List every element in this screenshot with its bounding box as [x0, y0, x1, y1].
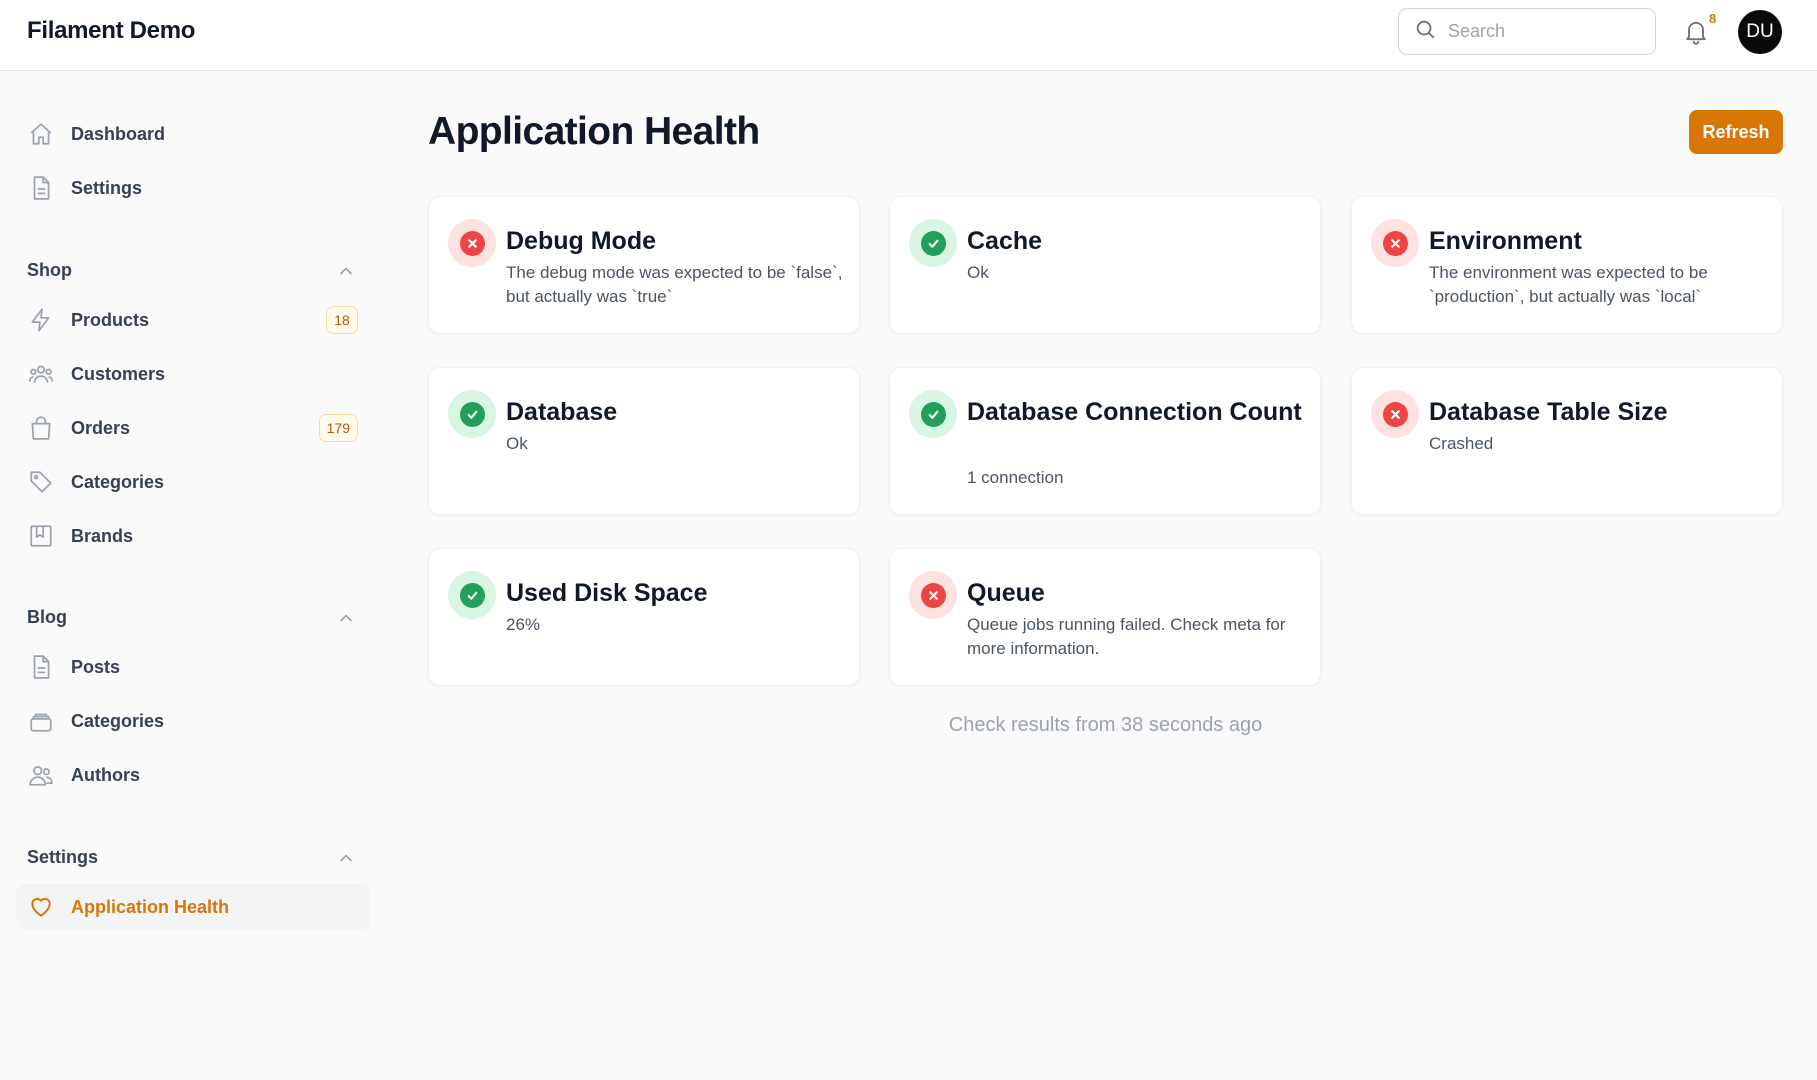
sidebar-item-application-health[interactable]: Application Health	[16, 884, 370, 930]
tag-icon	[28, 469, 54, 495]
check-name: Queue	[967, 576, 1307, 610]
top-bar: Filament Demo 8 DU	[0, 0, 1817, 71]
users-icon	[28, 361, 54, 387]
sidebar-item-label: Customers	[71, 364, 165, 385]
x-mark-icon	[927, 589, 940, 602]
check-icon	[927, 237, 940, 250]
home-icon	[28, 121, 54, 147]
check-name: Used Disk Space	[506, 576, 846, 610]
check-message: Ok	[967, 261, 1307, 285]
last-checked-note: Check results from 38 seconds ago	[428, 714, 1783, 737]
sidebar-item-orders[interactable]: Orders 179	[16, 405, 370, 451]
bolt-icon	[28, 307, 54, 333]
avatar[interactable]: DU	[1738, 10, 1782, 54]
bell-icon	[1682, 33, 1710, 50]
brand-title[interactable]: Filament Demo	[27, 17, 195, 45]
sidebar-item-dashboard[interactable]: Dashboard	[16, 111, 370, 157]
status-ok-indicator	[448, 390, 496, 438]
x-mark-icon	[466, 237, 479, 250]
check-message: Queue jobs running failed. Check meta fo…	[967, 613, 1307, 661]
status-failed-indicator	[1371, 390, 1419, 438]
sidebar: Dashboard Settings Shop Products 18 Cust…	[0, 72, 380, 1080]
chevron-up-icon[interactable]	[336, 261, 356, 281]
check-name: Debug Mode	[506, 224, 846, 258]
sidebar-item-label: Categories	[71, 711, 164, 732]
check-message: 26%	[506, 613, 846, 637]
x-mark-icon	[1389, 408, 1402, 421]
status-failed-indicator	[909, 571, 957, 619]
health-check-card: Cache Ok	[889, 196, 1321, 334]
check-name: Environment	[1429, 224, 1769, 258]
nav-group-shop[interactable]: Shop	[27, 260, 72, 281]
search-input[interactable]	[1448, 21, 1638, 42]
shopping-bag-icon	[28, 415, 54, 441]
notifications-count: 8	[1709, 11, 1716, 26]
sidebar-item-posts[interactable]: Posts	[16, 644, 370, 690]
count-badge: 18	[326, 306, 358, 334]
check-icon	[466, 589, 479, 602]
health-check-card: Database Ok	[428, 367, 860, 515]
sidebar-item-products[interactable]: Products 18	[16, 297, 370, 343]
check-message: The environment was expected to be `prod…	[1429, 261, 1769, 309]
refresh-button[interactable]: Refresh	[1689, 110, 1783, 154]
check-name: Database Table Size	[1429, 395, 1769, 429]
notifications-button[interactable]	[1682, 16, 1712, 48]
sidebar-item-categories[interactable]: Categories	[16, 459, 370, 505]
stack-icon	[28, 708, 54, 734]
sidebar-item-label: Categories	[71, 472, 164, 493]
check-name: Database	[506, 395, 846, 429]
check-icon	[466, 408, 479, 421]
check-message: Ok	[506, 432, 846, 456]
heart-icon	[28, 894, 54, 920]
health-check-card: Queue Queue jobs running failed. Check m…	[889, 548, 1321, 686]
health-check-card: Used Disk Space 26%	[428, 548, 860, 686]
sidebar-item-blog-categories[interactable]: Categories	[16, 698, 370, 744]
sidebar-item-authors[interactable]: Authors	[16, 752, 370, 798]
sidebar-item-customers[interactable]: Customers	[16, 351, 370, 397]
chevron-up-icon[interactable]	[336, 848, 356, 868]
check-message: 1 connection	[967, 466, 1307, 490]
sidebar-item-brands[interactable]: Brands	[16, 513, 370, 559]
search-box[interactable]	[1398, 8, 1656, 55]
sidebar-item-label: Brands	[71, 526, 133, 547]
count-badge: 179	[319, 414, 358, 442]
health-check-card: Database Table Size Crashed	[1351, 367, 1783, 515]
sidebar-item-label: Authors	[71, 765, 140, 786]
bookmark-icon	[28, 523, 54, 549]
health-check-card: Environment The environment was expected…	[1351, 196, 1783, 334]
health-check-card: Debug Mode The debug mode was expected t…	[428, 196, 860, 334]
status-failed-indicator	[448, 219, 496, 267]
status-ok-indicator	[909, 219, 957, 267]
check-message: The debug mode was expected to be `false…	[506, 261, 846, 309]
page-title: Application Health	[428, 110, 760, 154]
status-ok-indicator	[909, 390, 957, 438]
sidebar-item-label: Application Health	[71, 897, 229, 918]
users-icon	[28, 762, 54, 788]
nav-group-settings[interactable]: Settings	[27, 847, 98, 868]
sidebar-item-label: Products	[71, 310, 149, 331]
sidebar-item-label: Orders	[71, 418, 130, 439]
x-mark-icon	[1389, 237, 1402, 250]
status-failed-indicator	[1371, 219, 1419, 267]
nav-group-blog[interactable]: Blog	[27, 607, 67, 628]
health-check-card: Database Connection Count 1 connection	[889, 367, 1321, 515]
document-icon	[28, 175, 54, 201]
sidebar-item-label: Dashboard	[71, 124, 165, 145]
sidebar-item-settings[interactable]: Settings	[16, 165, 370, 211]
chevron-up-icon[interactable]	[336, 608, 356, 628]
status-ok-indicator	[448, 571, 496, 619]
sidebar-item-label: Settings	[71, 178, 142, 199]
check-icon	[927, 408, 940, 421]
sidebar-item-label: Posts	[71, 657, 120, 678]
search-icon	[1414, 18, 1436, 45]
check-name: Database Connection Count	[967, 395, 1307, 429]
document-icon	[28, 654, 54, 680]
check-name: Cache	[967, 224, 1307, 258]
check-message: Crashed	[1429, 432, 1769, 456]
